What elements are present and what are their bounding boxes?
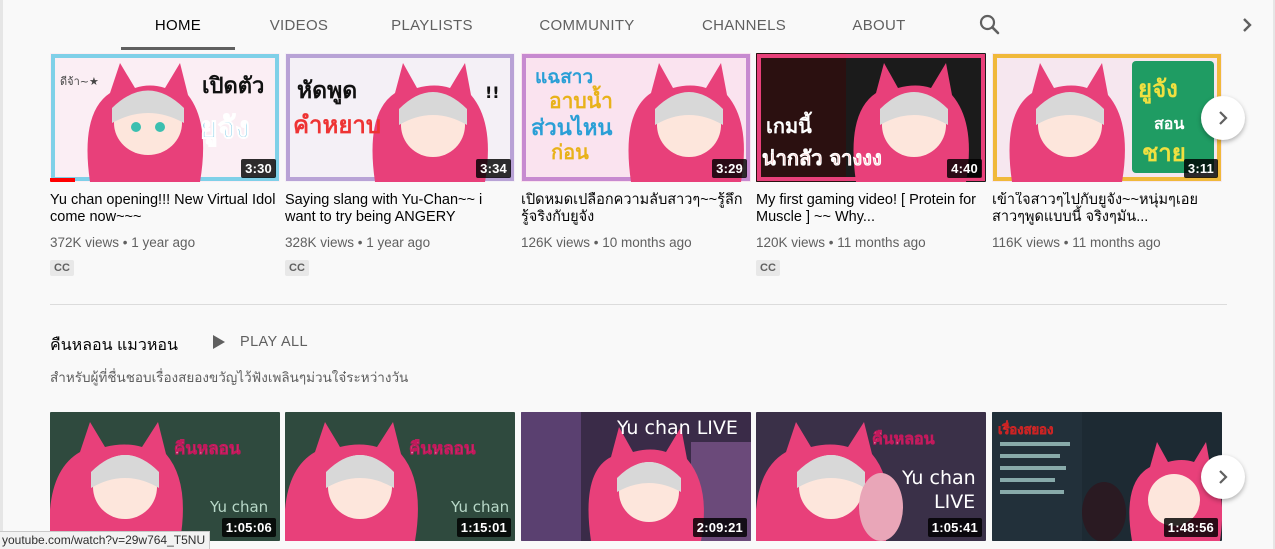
svg-text:LIVE: LIVE xyxy=(934,491,975,513)
chevron-right-icon xyxy=(1219,111,1228,125)
tabs-scroll-right-button[interactable] xyxy=(1234,12,1260,38)
video-thumbnail[interactable]: หัดพูด คำหยาบ !! 3:34 xyxy=(285,53,515,182)
svg-text:Yu chan: Yu chan xyxy=(209,498,268,516)
svg-text:คืนหลอน: คืนหลอน xyxy=(872,429,935,448)
video-thumbnail[interactable]: เกมนี้ น่ากลัว จางงง 4:40 xyxy=(756,53,986,182)
svg-text:เรื่องสยอง: เรื่องสยอง xyxy=(998,420,1053,438)
tab-playlists[interactable]: PLAYLISTS xyxy=(379,0,485,50)
video-duration: 1:05:41 xyxy=(927,518,982,537)
video-thumbnail[interactable]: คืนหลอน Yu chan 1:15:01 xyxy=(285,412,515,541)
tab-videos[interactable]: VIDEOS xyxy=(255,0,343,50)
search-icon xyxy=(979,14,1000,35)
video-metadata: 372K views • 1 year ago xyxy=(50,235,196,250)
playlist-title[interactable]: คืนหลอน แมวหอน xyxy=(50,333,178,358)
upload-age: 11 months ago xyxy=(1072,235,1161,250)
chevron-right-icon xyxy=(1243,18,1252,32)
svg-text:แฉสาว: แฉสาว xyxy=(535,66,593,88)
svg-text:น่ากลัว จางงง: น่ากลัว จางงง xyxy=(762,146,882,170)
view-count: 372K views xyxy=(50,235,120,250)
video-thumbnail[interactable]: แฉสาว อาบน้ำ ส่วนไหน ก่อน 3:29 xyxy=(521,53,751,182)
video-duration: 3:34 xyxy=(476,159,511,178)
playlist-description: สำหรับผู้ที่ชื่นชอบเรื่องสยองขวัญไว้ฟังเ… xyxy=(50,370,409,385)
video-thumbnail[interactable]: คืนหลอน Yu chan LIVE 1:05:41 xyxy=(756,412,986,541)
tab-home[interactable]: HOME xyxy=(121,0,235,50)
thumbnail-text: เปิดตัว xyxy=(202,74,264,99)
video-title[interactable]: Yu chan opening!!! New Virtual Idol come… xyxy=(50,192,278,226)
svg-text:Yu chan: Yu chan xyxy=(450,498,509,516)
video-duration: 3:29 xyxy=(712,159,747,178)
video-metadata: 328K views • 1 year ago xyxy=(285,235,431,250)
shelf-divider xyxy=(50,304,1227,305)
svg-text:ก่อน: ก่อน xyxy=(551,140,589,164)
svg-text:เกมนี้: เกมนี้ xyxy=(766,111,813,138)
video-thumbnail[interactable]: Yu chan LIVE 2:09:21 xyxy=(521,412,751,541)
upload-age: 10 months ago xyxy=(602,235,692,250)
view-count: 328K views xyxy=(285,235,355,250)
video-duration: 3:11 xyxy=(1183,159,1218,178)
video-thumbnail[interactable]: เปิดตัว ยูจัง ดีจ้า~★ 3:30 xyxy=(50,53,280,182)
video-duration: 2:09:21 xyxy=(692,518,747,537)
video-thumbnail[interactable]: คืนหลอน Yu chan 1:05:06 xyxy=(50,412,280,541)
svg-text:สอน: สอน xyxy=(1154,114,1184,133)
tab-channels[interactable]: CHANNELS xyxy=(689,0,799,50)
svg-text:ยูจัง: ยูจัง xyxy=(1138,75,1178,104)
video-duration: 3:30 xyxy=(241,159,276,178)
video-duration: 1:15:01 xyxy=(456,518,511,537)
upload-age: 1 year ago xyxy=(131,235,196,250)
svg-text:ชาย: ชาย xyxy=(1142,139,1186,167)
video-metadata: 126K views • 10 months ago xyxy=(521,235,692,250)
playlist-next-button[interactable] xyxy=(1201,455,1245,499)
play-all-button[interactable]: PLAY ALL xyxy=(212,331,308,353)
tab-community[interactable]: COMMUNITY xyxy=(527,0,647,50)
playlist-shelf: คืนหลอน Yu chan 1:05:06 คืนหลอน Yu chan … xyxy=(50,412,1227,541)
channel-tab-bar: HOME VIDEOS PLAYLISTS COMMUNITY CHANNELS… xyxy=(3,0,1273,50)
upload-age: 1 year ago xyxy=(366,235,431,250)
svg-text:คืนหลอน: คืนหลอน xyxy=(409,438,476,459)
status-bar-url: youtube.com/watch?v=29w764_T5NU xyxy=(0,531,211,549)
play-icon xyxy=(213,335,225,349)
svg-text:ยูจัง: ยูจัง xyxy=(200,111,250,147)
video-title[interactable]: เข้าใจสาวๆไปกับยูจัง~~หนุ่มๆเอย สาวๆพูดแ… xyxy=(992,192,1220,226)
svg-text:อาบน้ำ: อาบน้ำ xyxy=(549,85,613,113)
cc-badge: CC xyxy=(285,260,309,276)
view-count: 116K views xyxy=(992,235,1061,250)
svg-text:คืนหลอน: คืนหลอน xyxy=(174,438,241,459)
chevron-right-icon xyxy=(1219,470,1228,484)
search-button[interactable] xyxy=(975,10,1005,40)
video-metadata: 116K views • 11 months ago xyxy=(992,235,1161,250)
uploads-next-button[interactable] xyxy=(1201,96,1245,140)
svg-text:!!: !! xyxy=(485,83,500,102)
video-title[interactable]: เปิดหมดเปลือกความลับสาวๆ~~รู้ลึกรู้จริงก… xyxy=(521,192,749,226)
video-title[interactable]: My first gaming video! [ Protein for Mus… xyxy=(756,192,984,226)
play-all-label: PLAY ALL xyxy=(240,334,308,350)
svg-text:ส่วนไหน: ส่วนไหน xyxy=(531,114,612,141)
video-duration: 1:48:56 xyxy=(1163,518,1218,537)
video-duration: 4:40 xyxy=(947,159,982,178)
video-thumbnail[interactable]: เรื่องสยอง 1:48:56 xyxy=(992,412,1222,541)
svg-text:หัดพูด: หัดพูด xyxy=(297,78,357,105)
svg-text:ดีจ้า~★: ดีจ้า~★ xyxy=(60,75,99,88)
video-metadata: 120K views • 11 months ago xyxy=(756,235,926,250)
view-count: 126K views xyxy=(521,235,591,250)
uploads-shelf: เปิดตัว ยูจัง ดีจ้า~★ 3:30 Yu chan openi… xyxy=(50,53,1227,283)
tab-about[interactable]: ABOUT xyxy=(837,0,921,50)
watch-progress-bar xyxy=(50,178,76,182)
cc-badge: CC xyxy=(756,260,780,276)
svg-text:Yu chan: Yu chan xyxy=(901,467,976,489)
view-count: 120K views xyxy=(756,235,826,250)
upload-age: 11 months ago xyxy=(837,235,926,250)
active-tab-indicator xyxy=(121,47,235,50)
video-title[interactable]: Saying slang with Yu-Chan~~ i want to tr… xyxy=(285,192,513,226)
svg-text:คำหยาบ: คำหยาบ xyxy=(293,111,381,139)
video-thumbnail[interactable]: ยูจัง สอน ชาย 3:11 xyxy=(992,53,1222,182)
svg-text:Yu chan LIVE: Yu chan LIVE xyxy=(616,417,738,439)
cc-badge: CC xyxy=(50,260,74,276)
video-duration: 1:05:06 xyxy=(221,518,276,537)
window-left-edge xyxy=(0,0,3,549)
